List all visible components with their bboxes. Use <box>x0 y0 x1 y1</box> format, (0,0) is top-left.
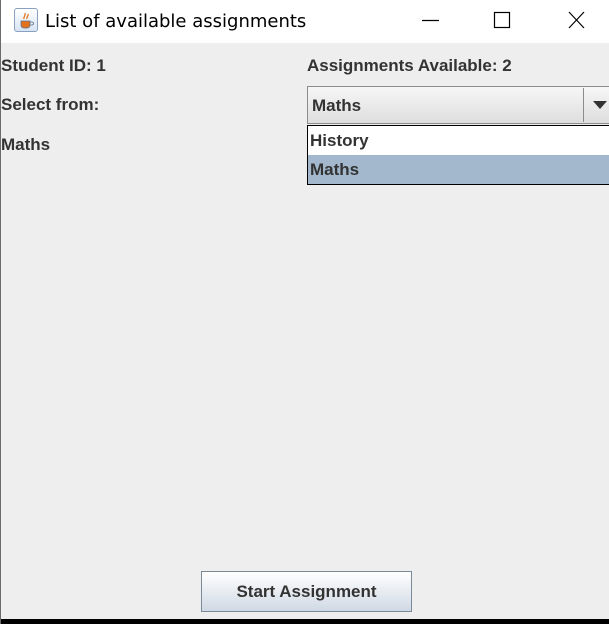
close-button[interactable] <box>553 0 599 43</box>
window-title: List of available assignments <box>45 11 307 32</box>
close-icon <box>568 11 585 29</box>
assignments-window: List of available assignments Student ID… <box>0 0 609 624</box>
dropdown-option-history[interactable]: History <box>308 126 609 155</box>
dropdown-option-maths[interactable]: Maths <box>308 155 609 184</box>
maximize-icon <box>493 11 511 29</box>
title-bar[interactable]: List of available assignments <box>1 0 609 43</box>
assignment-select[interactable]: Maths <box>307 86 609 124</box>
minimize-button[interactable] <box>405 0 451 43</box>
maximize-button[interactable] <box>479 0 525 43</box>
select-from-label: Select from: <box>1 95 100 114</box>
window-bottom-border <box>1 619 609 624</box>
minimize-icon <box>422 19 439 22</box>
start-assignment-button[interactable]: Start Assignment <box>201 571 412 612</box>
assignment-dropdown-list: History Maths <box>307 125 609 185</box>
selected-assignment-text: Maths <box>1 135 51 154</box>
java-cup-icon <box>14 8 38 32</box>
dropdown-arrow-button[interactable] <box>583 88 609 122</box>
student-id-label: Student ID: 1 <box>1 56 106 75</box>
assignment-select-value: Maths <box>312 96 362 115</box>
dropdown-arrow-icon <box>593 101 607 109</box>
assignments-available-label: Assignments Available: 2 <box>307 56 512 75</box>
